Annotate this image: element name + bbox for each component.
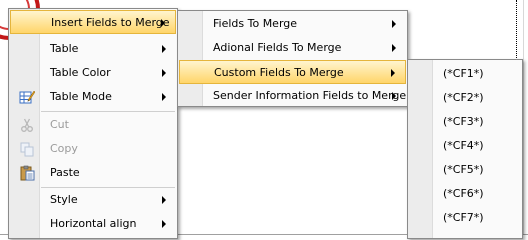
menu-item-copy[interactable]: Copy — [10, 137, 176, 161]
copy-icon — [20, 142, 34, 157]
menu-item-insert-fields[interactable]: Insert Fields to Merge — [10, 10, 176, 34]
clipboard-icon — [20, 165, 35, 181]
submenu-arrow-icon — [392, 92, 396, 100]
menu-item-label: Table — [50, 42, 79, 55]
menu-item-cut[interactable]: Cut — [10, 113, 176, 137]
submenu-arrow-icon — [162, 220, 166, 228]
menu-item-horizontal-align[interactable]: Horizontal align — [10, 212, 176, 236]
menu-item-cf6[interactable]: (*CF6*) — [409, 182, 521, 206]
scissors-icon — [21, 118, 33, 132]
menu-item-table-color[interactable]: Table Color — [10, 61, 176, 85]
insert-fields-submenu: Fields To Merge Adional Fields To Merge … — [177, 10, 408, 107]
menu-item-cf1[interactable]: (*CF1*) — [409, 62, 521, 86]
submenu-arrow-icon — [162, 196, 166, 204]
menu-item-label: Paste — [50, 166, 80, 179]
menu-item-cf7[interactable]: (*CF7*) — [409, 206, 521, 230]
submenu-arrow-icon — [392, 44, 396, 52]
menu-item-label: Custom Fields To Merge — [214, 66, 344, 79]
menu-item-label: (*CF7*) — [443, 211, 484, 224]
menu-separator — [41, 111, 175, 112]
menu-item-label: (*CF3*) — [443, 115, 484, 128]
menu-item-label: Style — [50, 193, 78, 206]
submenu-arrow-icon — [161, 19, 165, 27]
menu-item-label: Adional Fields To Merge — [213, 41, 342, 54]
menu-item-label: Table Mode — [50, 90, 112, 103]
menu-item-label: (*CF5*) — [443, 163, 484, 176]
submenu-arrow-icon — [162, 93, 166, 101]
menu-item-fields-to-merge[interactable]: Fields To Merge — [179, 12, 406, 36]
menu-item-label: Insert Fields to Merge — [51, 16, 170, 29]
menu-item-custom-fields[interactable]: Custom Fields To Merge — [179, 60, 406, 84]
menu-item-label: Horizontal align — [50, 217, 137, 230]
submenu-arrow-icon — [392, 20, 396, 28]
menu-item-cf5[interactable]: (*CF5*) — [409, 158, 521, 182]
menu-item-table[interactable]: Table — [10, 37, 176, 61]
submenu-arrow-icon — [391, 69, 395, 77]
menu-item-label: Cut — [50, 118, 69, 131]
context-menu: Insert Fields to Merge Table Table Color… — [8, 8, 178, 239]
menu-item-label: (*CF1*) — [443, 67, 484, 80]
custom-fields-submenu: (*CF1*) (*CF2*) (*CF3*) (*CF4*) (*CF5*) … — [407, 59, 523, 239]
menu-item-label: (*CF6*) — [443, 187, 484, 200]
menu-item-label: Sender Information Fields to Merge — [213, 89, 407, 102]
menu-item-label: Copy — [50, 142, 78, 155]
menu-item-additional-fields[interactable]: Adional Fields To Merge — [179, 36, 406, 60]
menu-item-label: Table Color — [50, 66, 111, 79]
menu-item-style[interactable]: Style — [10, 188, 176, 212]
table-mode-icon — [19, 90, 35, 104]
menu-item-label: Fields To Merge — [213, 17, 298, 30]
menu-item-cf2[interactable]: (*CF2*) — [409, 86, 521, 110]
submenu-arrow-icon — [162, 69, 166, 77]
submenu-arrow-icon — [162, 45, 166, 53]
menu-item-cf4[interactable]: (*CF4*) — [409, 134, 521, 158]
menu-item-sender-info[interactable]: Sender Information Fields to Merge — [179, 84, 406, 108]
menu-item-label: (*CF2*) — [443, 91, 484, 104]
menu-item-paste[interactable]: Paste — [10, 161, 176, 185]
menu-item-label: (*CF4*) — [443, 139, 484, 152]
menu-item-table-mode[interactable]: Table Mode — [10, 85, 176, 109]
document-border — [523, 0, 524, 239]
menu-item-cf3[interactable]: (*CF3*) — [409, 110, 521, 134]
